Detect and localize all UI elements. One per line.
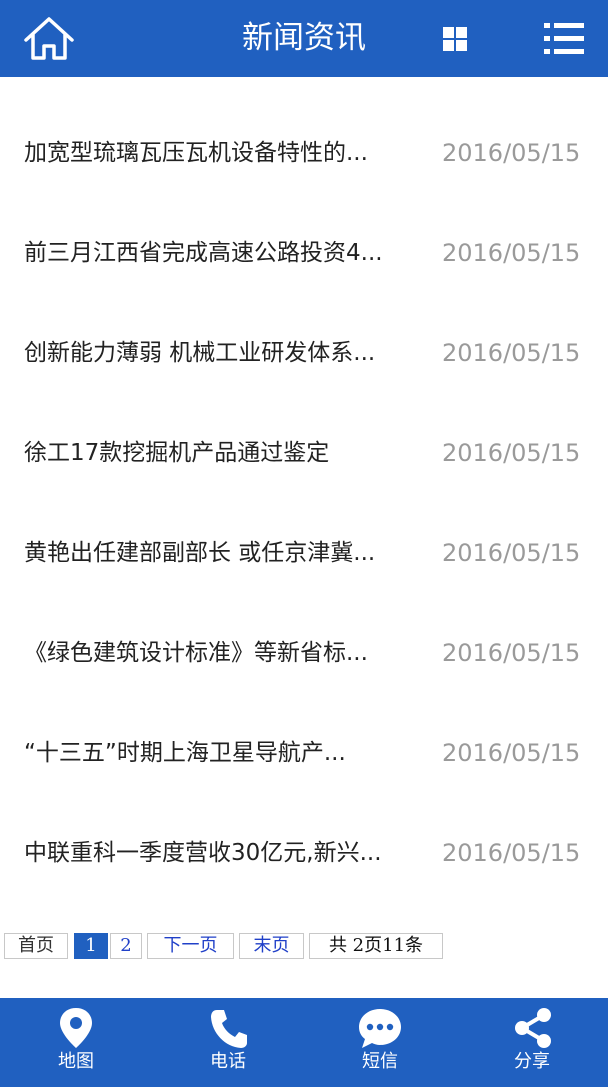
news-title[interactable]: 前三月江西省完成高速公路投资4... — [24, 233, 414, 273]
nav-phone[interactable]: 电话 — [152, 998, 304, 1087]
news-title[interactable]: 《绿色建筑设计标准》等新省标... — [24, 633, 414, 673]
first-page-button[interactable]: 首页 — [4, 933, 68, 959]
news-date: 2016/05/15 — [442, 539, 581, 567]
news-date: 2016/05/15 — [442, 239, 581, 267]
nav-share[interactable]: 分享 — [456, 998, 608, 1087]
phone-icon — [211, 1010, 247, 1048]
news-list: 加宽型琉璃瓦压瓦机设备特性的... 2016/05/15 前三月江西省完成高速公… — [0, 103, 608, 903]
news-item[interactable]: 中联重科一季度营收30亿元,新兴... 2016/05/15 — [0, 803, 608, 903]
top-bar: 新闻资讯 — [0, 0, 608, 77]
news-date: 2016/05/15 — [442, 339, 581, 367]
page-1-button[interactable]: 1 — [74, 933, 108, 959]
page-total-info: 共 2页11条 — [309, 933, 443, 959]
nav-map[interactable]: 地图 — [0, 998, 152, 1087]
next-page-button[interactable]: 下一页 — [147, 933, 234, 959]
nav-message[interactable]: 短信 — [304, 998, 456, 1087]
page-2-button[interactable]: 2 — [110, 933, 142, 959]
news-title[interactable]: 加宽型琉璃瓦压瓦机设备特性的... — [24, 133, 414, 173]
news-date: 2016/05/15 — [442, 639, 581, 667]
share-icon — [515, 1008, 551, 1048]
news-item[interactable]: 创新能力薄弱 机械工业研发体系... 2016/05/15 — [0, 303, 608, 403]
nav-phone-label: 电话 — [210, 1051, 246, 1072]
news-item[interactable]: 黄艳出任建部副部长 或任京津冀... 2016/05/15 — [0, 503, 608, 603]
bottom-nav: 地图 电话 短信 分享 — [0, 998, 608, 1087]
news-date: 2016/05/15 — [442, 839, 581, 867]
page-title: 新闻资讯 — [242, 20, 366, 56]
nav-map-label: 地图 — [58, 1051, 94, 1072]
news-item[interactable]: 加宽型琉璃瓦压瓦机设备特性的... 2016/05/15 — [0, 103, 608, 203]
map-pin-icon — [60, 1008, 92, 1048]
news-item[interactable]: “十三五”时期上海卫星导航产... 2016/05/15 — [0, 703, 608, 803]
news-title[interactable]: 中联重科一季度营收30亿元,新兴... — [24, 833, 414, 873]
news-item[interactable]: 前三月江西省完成高速公路投资4... 2016/05/15 — [0, 203, 608, 303]
news-item[interactable]: 徐工17款挖掘机产品通过鉴定 2016/05/15 — [0, 403, 608, 503]
nav-share-label: 分享 — [514, 1051, 550, 1072]
news-title[interactable]: 徐工17款挖掘机产品通过鉴定 — [24, 433, 414, 473]
news-title[interactable]: 黄艳出任建部副部长 或任京津冀... — [24, 533, 414, 573]
last-page-button[interactable]: 末页 — [239, 933, 304, 959]
news-item[interactable]: 《绿色建筑设计标准》等新省标... 2016/05/15 — [0, 603, 608, 703]
nav-message-label: 短信 — [362, 1051, 398, 1072]
list-menu-icon[interactable] — [542, 20, 586, 58]
news-title[interactable]: 创新能力薄弱 机械工业研发体系... — [24, 333, 414, 373]
news-date: 2016/05/15 — [442, 439, 581, 467]
message-icon — [359, 1009, 401, 1048]
news-date: 2016/05/15 — [442, 139, 581, 167]
news-title[interactable]: “十三五”时期上海卫星导航产... — [24, 733, 414, 773]
news-date: 2016/05/15 — [442, 739, 581, 767]
grid-icon[interactable] — [440, 24, 470, 54]
